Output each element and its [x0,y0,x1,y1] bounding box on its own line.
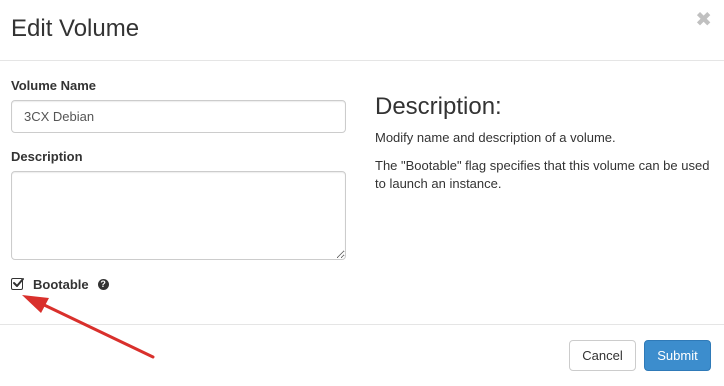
bootable-checkbox[interactable] [11,278,24,290]
submit-button[interactable]: Submit [644,340,711,371]
volume-name-label: Volume Name [11,78,97,93]
description-help-line-2: The "Bootable" flag specifies that this … [375,158,710,191]
volume-name-input[interactable] [11,100,346,133]
modal-header: Edit Volume ✖ [0,0,724,61]
description-textarea[interactable] [11,171,346,260]
checkmark-icon [13,278,24,287]
description-help-line-1: Modify name and description of a volume. [375,130,616,145]
description-heading: Description: [375,93,502,120]
question-circle-icon[interactable]: ? [97,278,109,290]
close-icon[interactable]: ✖ [695,10,712,30]
description-label: Description [11,149,83,164]
bootable-label[interactable]: Bootable [33,277,89,292]
modal-title: Edit Volume [11,15,140,42]
bootable-row: Bootable ? [11,276,109,292]
cancel-button[interactable]: Cancel [569,340,636,371]
